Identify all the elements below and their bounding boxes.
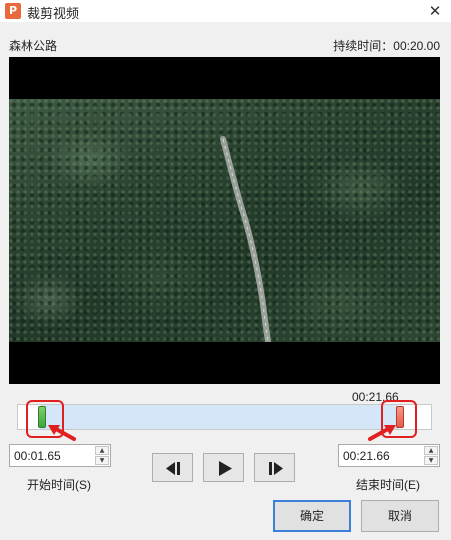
step-back-icon: [166, 462, 180, 475]
start-time-spinner: ▲ ▼: [95, 446, 109, 465]
video-name: 森林公路: [9, 39, 58, 53]
start-time-down-button[interactable]: ▼: [95, 456, 109, 465]
title-bar: P 裁剪视频 ✕: [0, 0, 451, 22]
previous-frame-button[interactable]: [152, 453, 193, 482]
video-preview: [9, 57, 440, 384]
end-arrow-icon: [368, 425, 396, 441]
end-time-label: 结束时间(E): [356, 478, 420, 492]
app-logo-icon: P: [5, 3, 21, 19]
end-time-up-button[interactable]: ▲: [424, 446, 438, 455]
window-title: 裁剪视频: [27, 6, 80, 21]
end-time-spinner: ▲ ▼: [424, 446, 438, 465]
end-time-down-button[interactable]: ▼: [424, 456, 438, 465]
start-arrow-icon: [48, 425, 76, 441]
start-time-label: 开始时间(S): [27, 478, 91, 492]
close-button[interactable]: ✕: [419, 0, 451, 22]
road-graphic: [220, 136, 271, 342]
video-frame: [9, 99, 440, 342]
start-time-stepper[interactable]: 00:01.65 ▲ ▼: [9, 444, 111, 467]
end-time-input[interactable]: 00:21.66: [343, 449, 390, 463]
duration-label: 持续时间：00:20.00: [333, 39, 440, 53]
start-time-up-button[interactable]: ▲: [95, 446, 109, 455]
ok-button[interactable]: 确定: [273, 500, 351, 532]
play-icon: [219, 461, 232, 476]
start-time-input[interactable]: 00:01.65: [14, 449, 61, 463]
cancel-button[interactable]: 取消: [361, 500, 439, 532]
next-frame-button[interactable]: [254, 453, 295, 482]
selected-range: [40, 405, 399, 429]
step-forward-icon: [269, 462, 283, 475]
end-time-stepper[interactable]: 00:21.66 ▲ ▼: [338, 444, 440, 467]
play-button[interactable]: [203, 453, 244, 482]
